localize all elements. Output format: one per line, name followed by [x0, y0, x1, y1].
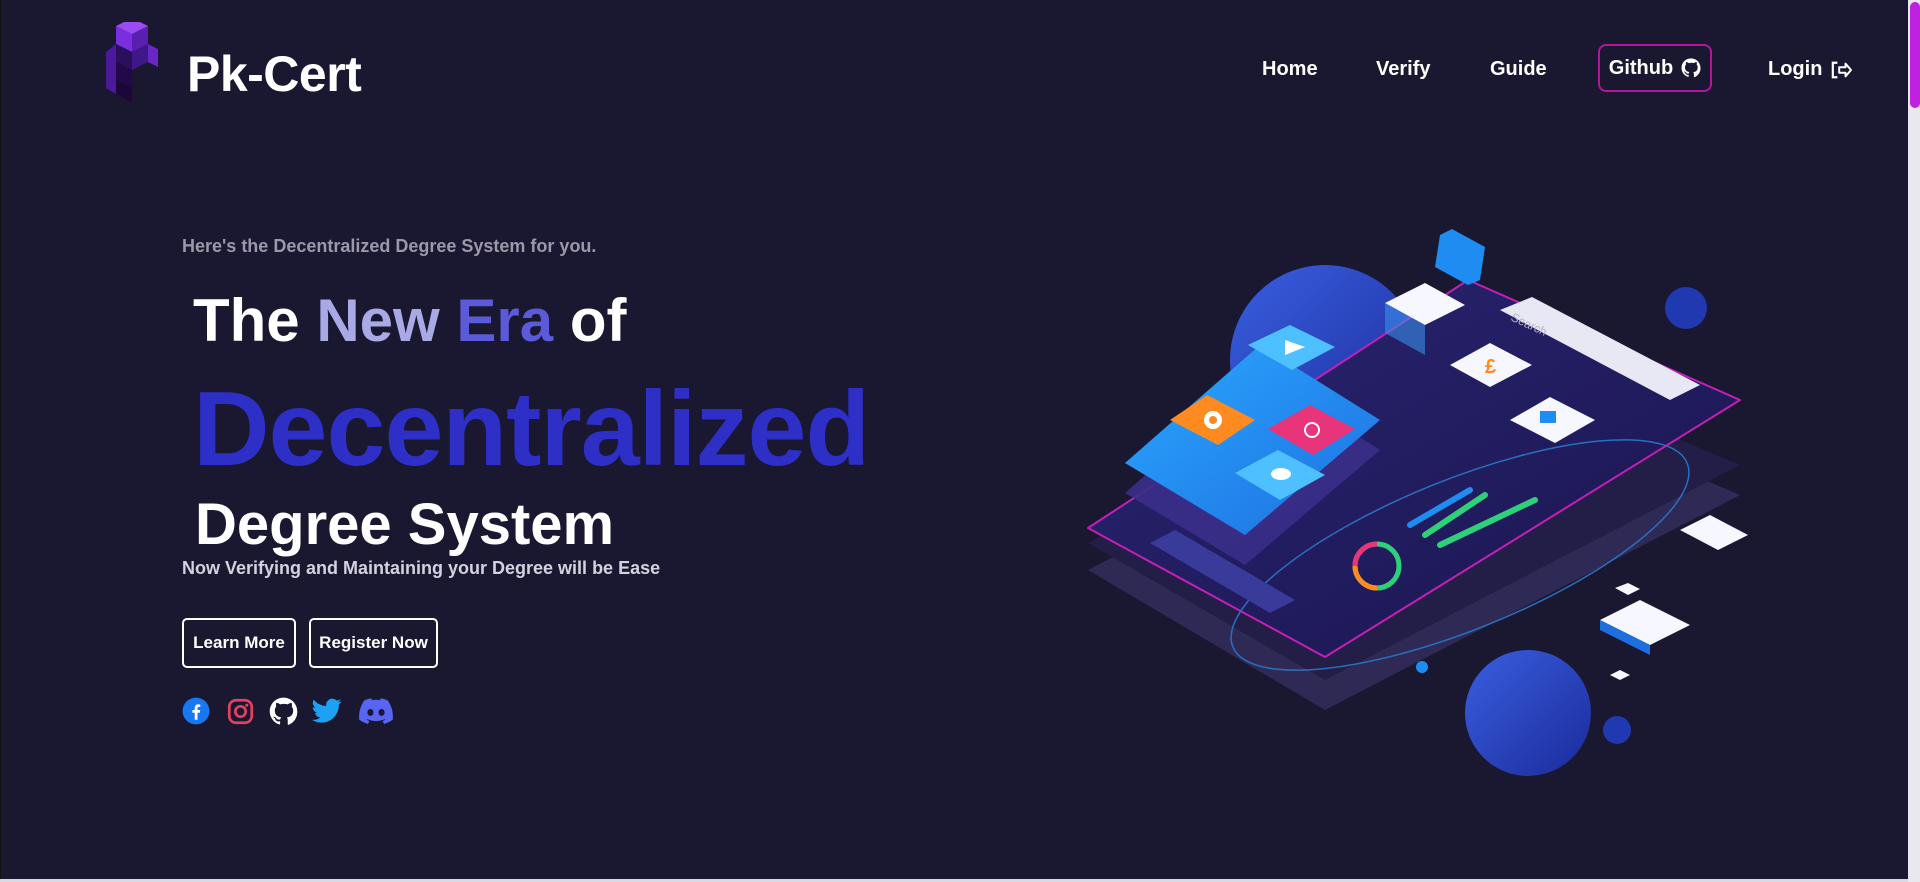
- heading-word-the: The: [193, 287, 300, 354]
- brand-name[interactable]: Pk-Cert: [187, 44, 362, 104]
- instagram-icon: [227, 698, 253, 724]
- sign-in-icon: [1832, 61, 1853, 78]
- nav-verify-label: Verify: [1376, 58, 1431, 80]
- discord-icon: [359, 698, 393, 724]
- nav-verify[interactable]: Verify: [1376, 58, 1430, 81]
- nav-login-label: Login: [1768, 58, 1823, 80]
- hero-illustration: Search £: [1087, 229, 1748, 776]
- heading-word-of: of: [569, 287, 627, 354]
- svg-text:£: £: [1485, 356, 1496, 378]
- hero-heading-line1: The New Era of: [193, 286, 626, 356]
- heading-word-era: Era: [456, 287, 554, 354]
- facebook-icon: [182, 697, 210, 725]
- nav-home[interactable]: Home: [1262, 58, 1318, 81]
- nav-login[interactable]: Login: [1768, 58, 1853, 81]
- github-link[interactable]: [268, 696, 298, 726]
- facebook-link[interactable]: [181, 696, 211, 726]
- hero-subline: Now Verifying and Maintaining your Degre…: [182, 558, 661, 578]
- hero-heading-degree-system: Degree System: [195, 492, 615, 557]
- github-icon: [269, 697, 297, 725]
- pk-cert-logo[interactable]: [102, 22, 160, 102]
- twitter-link[interactable]: [312, 696, 342, 726]
- scrollbar-thumb[interactable]: [1910, 2, 1920, 108]
- github-icon: [1681, 58, 1701, 78]
- twitter-icon: [312, 698, 342, 723]
- page-edge: [0, 0, 1, 882]
- small-sphere-top: [1665, 287, 1707, 329]
- discord-link[interactable]: [358, 696, 394, 726]
- nav-github-button[interactable]: Github: [1598, 44, 1712, 92]
- nav-github-label: Github: [1608, 56, 1674, 79]
- hero-tagline: Here's the Decentralized Degree System f…: [182, 236, 597, 256]
- nav-guide-label: Guide: [1490, 58, 1547, 80]
- bottom-sphere: [1465, 650, 1591, 776]
- register-now-button[interactable]: Register Now: [309, 618, 438, 668]
- nav-guide[interactable]: Guide: [1490, 58, 1547, 81]
- heading-word-new: New: [316, 287, 440, 354]
- scrollbar-track[interactable]: [1908, 0, 1920, 882]
- hero-heading-decentralized: Decentralized: [193, 370, 870, 488]
- nav-home-label: Home: [1262, 58, 1318, 80]
- learn-more-button[interactable]: Learn More: [182, 618, 296, 668]
- instagram-link[interactable]: [225, 696, 255, 726]
